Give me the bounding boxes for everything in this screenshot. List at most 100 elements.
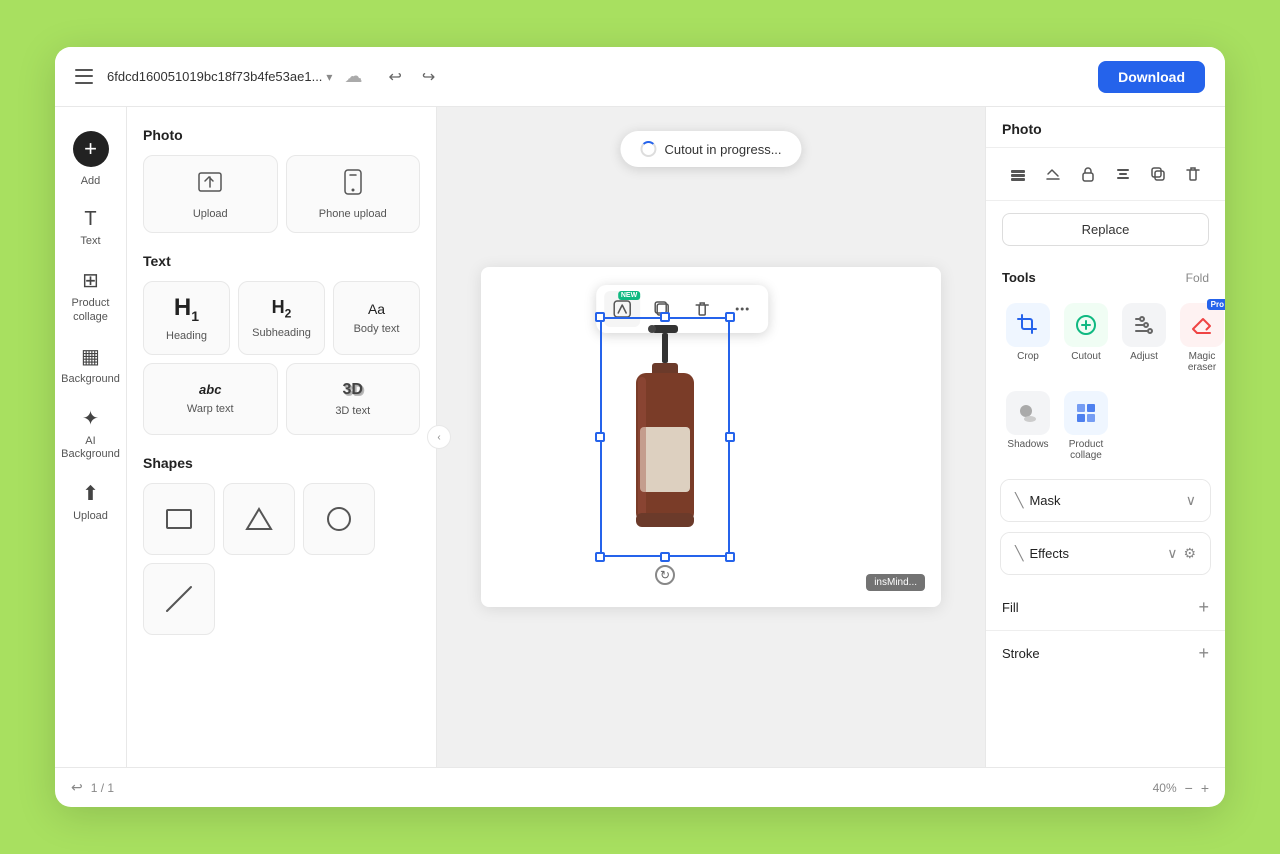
- handle-middle-left[interactable]: [595, 432, 605, 442]
- undo-bottom-button[interactable]: ↩: [71, 779, 83, 796]
- tool-crop[interactable]: Crop: [1002, 297, 1054, 379]
- page-indicator: 1 / 1: [91, 781, 114, 795]
- lock-icon-button[interactable]: [1072, 158, 1103, 190]
- toolbar-item-add[interactable]: + Add: [63, 123, 119, 196]
- magic-eraser-icon-box: Pro: [1180, 303, 1224, 347]
- circle-shape[interactable]: [303, 483, 375, 555]
- phone-upload-label: Phone upload: [319, 208, 387, 220]
- left-toolbar: + Add T Text ⊞ Product collage ▦ Backgro…: [55, 107, 127, 767]
- text-section-title: Text: [143, 253, 420, 269]
- effects-accordion: ╲ Effects ∨ ⚙: [1000, 532, 1211, 575]
- main-content: + Add T Text ⊞ Product collage ▦ Backgro…: [55, 107, 1225, 767]
- pro-badge: Pro: [1207, 299, 1225, 310]
- mask-accordion: ╲ Mask ∨: [1000, 479, 1211, 522]
- heading-item[interactable]: H1 Heading: [143, 281, 230, 355]
- toolbar-item-text[interactable]: T Text: [63, 200, 119, 256]
- upload-icon: ⬆: [82, 481, 99, 506]
- redo-button[interactable]: ↪: [416, 63, 441, 91]
- product-collage-icon-box: [1064, 391, 1108, 435]
- shapes-row: [143, 483, 420, 635]
- zoom-in-button[interactable]: +: [1201, 780, 1209, 796]
- threed-text-item[interactable]: 3D 3D text: [286, 363, 421, 435]
- tool-magic-eraser[interactable]: Pro Magic eraser: [1176, 297, 1225, 379]
- upload-item[interactable]: Upload: [143, 155, 278, 233]
- copy-icon-button[interactable]: [1143, 158, 1174, 190]
- selected-image[interactable]: ↻: [600, 317, 730, 557]
- effects-title: Effects: [1029, 546, 1167, 561]
- mask-title: Mask: [1029, 493, 1185, 508]
- rectangle-shape[interactable]: [143, 483, 215, 555]
- ai-background-icon: ✦: [82, 406, 99, 431]
- bottle-image: [600, 317, 730, 557]
- tools-section: Tools Fold Crop: [986, 258, 1225, 479]
- mask-chevron-icon: ╲: [1015, 492, 1023, 509]
- magic-eraser-label: Magic eraser: [1180, 351, 1224, 373]
- mask-accordion-header[interactable]: ╲ Mask ∨: [1001, 480, 1210, 521]
- tools-header: Tools Fold: [1002, 270, 1209, 285]
- fill-add-button[interactable]: +: [1198, 597, 1209, 618]
- tool-adjust[interactable]: Adjust: [1118, 297, 1170, 379]
- effects-settings-icon: ⚙: [1183, 545, 1196, 562]
- stroke-row: Stroke +: [986, 630, 1225, 676]
- handle-bottom-left[interactable]: [595, 552, 605, 562]
- file-title-text: 6fdcd160051019bc18f73b4fe53ae1...: [107, 69, 322, 84]
- effects-accordion-header[interactable]: ╲ Effects ∨ ⚙: [1001, 533, 1210, 574]
- zoom-level: 40%: [1153, 781, 1177, 795]
- warp-text-item[interactable]: abc Warp text: [143, 363, 278, 435]
- handle-top-middle[interactable]: [660, 312, 670, 322]
- tools-grid: Crop Cutout Adjust: [1002, 297, 1209, 467]
- crop-icon-box: [1006, 303, 1050, 347]
- threed-text-preview: 3D: [343, 381, 363, 399]
- right-icons-row: [986, 148, 1225, 201]
- toolbar-item-background[interactable]: ▦ Background: [63, 336, 119, 394]
- layers-icon-button[interactable]: [1002, 158, 1033, 190]
- align-icon-button[interactable]: [1108, 158, 1139, 190]
- stroke-add-button[interactable]: +: [1198, 643, 1209, 664]
- download-button[interactable]: Download: [1098, 61, 1205, 93]
- phone-upload-item[interactable]: Phone upload: [286, 155, 421, 233]
- fill-row: Fill +: [986, 585, 1225, 630]
- subheading-preview: H2: [272, 297, 292, 321]
- replace-button[interactable]: Replace: [1002, 213, 1209, 246]
- hamburger-menu-icon[interactable]: [75, 67, 95, 87]
- tool-cutout[interactable]: Cutout: [1060, 297, 1112, 379]
- rotate-handle[interactable]: ↻: [655, 565, 675, 585]
- toolbar-item-upload[interactable]: ⬆ Upload: [63, 473, 119, 531]
- product-collage-label: Product collage: [67, 297, 115, 323]
- delete-icon-button[interactable]: [1178, 158, 1209, 190]
- product-collage-label: Product collage: [1064, 439, 1108, 461]
- undo-button[interactable]: ↩: [382, 63, 407, 91]
- left-panel-wrapper: Photo Upload Phone upload: [127, 107, 437, 767]
- cutout-icon-box: [1064, 303, 1108, 347]
- panel-collapse-button[interactable]: ‹: [427, 425, 451, 449]
- handle-bottom-right[interactable]: [725, 552, 735, 562]
- mask-expand-icon: ∨: [1186, 492, 1196, 509]
- handle-bottom-middle[interactable]: [660, 552, 670, 562]
- animate-icon-button[interactable]: [1037, 158, 1068, 190]
- toolbar-item-product-collage[interactable]: ⊞ Product collage: [63, 260, 119, 331]
- background-icon: ▦: [81, 344, 100, 369]
- upload-item-label: Upload: [193, 208, 228, 220]
- heading-preview: H1: [174, 294, 199, 324]
- body-text-item[interactable]: Aa Body text: [333, 281, 420, 355]
- tool-product-collage[interactable]: Product collage: [1060, 385, 1112, 467]
- triangle-shape[interactable]: [223, 483, 295, 555]
- text-grid-bottom: abc Warp text 3D 3D text: [143, 363, 420, 435]
- canvas-frame[interactable]: NEW: [481, 267, 941, 607]
- effects-expand-icon: ∨: [1167, 545, 1177, 562]
- body-text-preview: Aa: [368, 301, 385, 317]
- upload-photo-icon: [196, 168, 224, 202]
- line-shape[interactable]: [143, 563, 215, 635]
- handle-top-right[interactable]: [725, 312, 735, 322]
- handle-middle-right[interactable]: [725, 432, 735, 442]
- header-center: ↩ ↪: [382, 63, 441, 91]
- right-panel-title: Photo: [986, 107, 1225, 148]
- toolbar-item-ai-background[interactable]: ✦ AI Background: [63, 398, 119, 469]
- zoom-out-button[interactable]: −: [1185, 780, 1193, 796]
- fold-button[interactable]: Fold: [1186, 271, 1209, 285]
- subheading-item[interactable]: H2 Subheading: [238, 281, 325, 355]
- file-title[interactable]: 6fdcd160051019bc18f73b4fe53ae1... ▾: [107, 69, 332, 84]
- right-panel: Photo: [985, 107, 1225, 767]
- handle-top-left[interactable]: [595, 312, 605, 322]
- tool-shadows[interactable]: Shadows: [1002, 385, 1054, 467]
